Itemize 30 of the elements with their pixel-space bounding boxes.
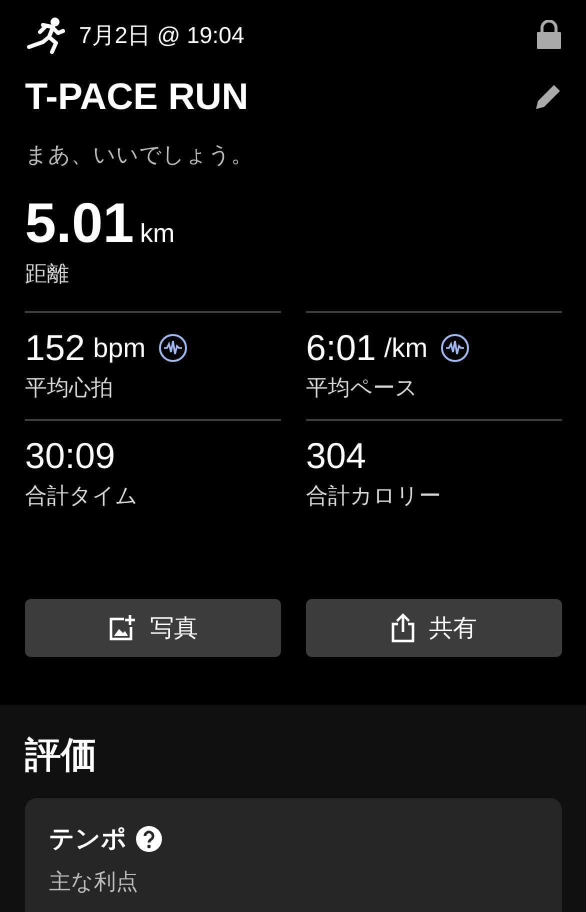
- stat-label: 合計カロリー: [306, 482, 442, 510]
- card-subtitle: 主な利点: [49, 868, 139, 896]
- activity-comment: まあ、いいでしょう。: [25, 141, 254, 169]
- lock-icon[interactable]: [536, 20, 562, 50]
- distance-unit: km: [140, 218, 175, 249]
- card-title: テンポ: [49, 824, 127, 855]
- share-icon: [391, 613, 415, 643]
- stat-value: 152: [25, 327, 86, 369]
- section-heading: 評価: [25, 733, 98, 777]
- graph-link-icon[interactable]: [158, 333, 188, 363]
- stat-label: 平均心拍: [25, 374, 114, 402]
- stat-value: 304: [306, 435, 366, 477]
- distance-value: 5.01: [25, 190, 134, 255]
- runner-icon: [25, 16, 65, 54]
- help-icon[interactable]: [135, 824, 163, 852]
- graph-link-icon[interactable]: [440, 333, 470, 363]
- stat-value: 6:01: [306, 327, 376, 369]
- stat-unit: bpm: [93, 332, 146, 364]
- add-photo-icon: [108, 614, 136, 642]
- activity-date: 7月2日 @ 19:04: [79, 20, 246, 50]
- stat-unit: /km: [384, 332, 428, 364]
- distance-label: 距離: [25, 260, 70, 288]
- pencil-icon[interactable]: [534, 83, 562, 111]
- share-button[interactable]: 共有: [306, 599, 562, 657]
- stat-label: 合計タイム: [25, 482, 139, 510]
- add-photo-button[interactable]: 写真: [25, 599, 281, 657]
- stat-value: 30:09: [25, 435, 116, 477]
- evaluation-card[interactable]: テンポ 主な利点: [25, 798, 562, 912]
- activity-title: T-PACE RUN: [25, 76, 248, 118]
- stat-label: 平均ペース: [306, 374, 419, 402]
